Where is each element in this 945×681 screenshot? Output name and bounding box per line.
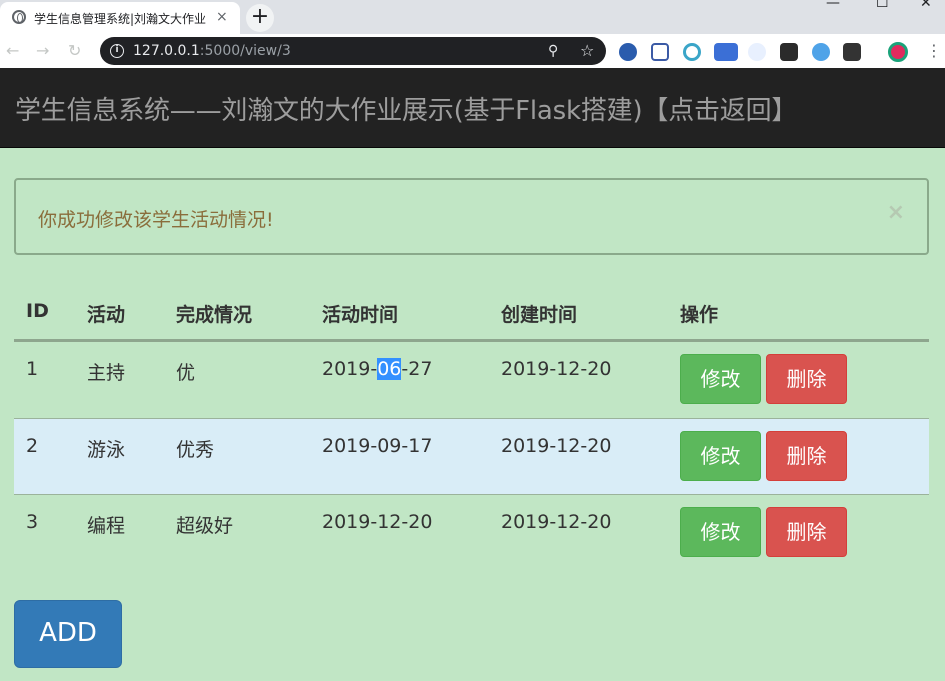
cell-created-time: 2019-12-20	[501, 358, 612, 380]
delete-button[interactable]: 删除	[766, 507, 847, 557]
table-header: ID 活动 完成情况 活动时间 创建时间 操作	[14, 285, 929, 342]
navbar: 学生信息系统——刘瀚文的大作业展示(基于Flask搭建)【点击返回】	[0, 68, 945, 148]
add-button[interactable]: ADD	[14, 600, 122, 668]
alert-message: 你成功修改该学生活动情况!	[38, 209, 274, 231]
minimize-icon[interactable]: —	[826, 0, 840, 10]
globe-icon	[12, 10, 26, 24]
extension-bird-icon[interactable]	[748, 43, 766, 61]
alert-close-icon[interactable]: ×	[887, 200, 905, 225]
selected-text: 06	[377, 358, 402, 380]
success-alert: 你成功修改该学生活动情况! ×	[14, 178, 929, 255]
cell-id: 3	[26, 511, 39, 533]
browser-tabstrip: 学生信息管理系统|刘瀚文大作业 × + — ☐ ✕	[0, 0, 945, 34]
cell-activity-time: 2019-06-27	[322, 358, 432, 380]
edit-button[interactable]: 修改	[680, 354, 761, 404]
url-text[interactable]: 127.0.0.1:5000/view/3	[133, 43, 291, 59]
forward-icon[interactable]: →	[36, 41, 49, 61]
edit-button[interactable]: 修改	[680, 431, 761, 481]
header-activity-time: 活动时间	[322, 304, 399, 326]
extension-puzzle-icon[interactable]	[843, 43, 861, 61]
new-tab-button[interactable]: +	[246, 4, 274, 32]
address-bar[interactable]: i 127.0.0.1:5000/view/3 ⚲ ☆	[100, 37, 606, 65]
navbar-brand-link[interactable]: 学生信息系统——刘瀚文的大作业展示(基于Flask搭建)【点击返回】	[15, 90, 797, 127]
cell-created-time: 2019-12-20	[501, 511, 612, 533]
zoom-icon[interactable]: ⚲	[548, 43, 558, 59]
tab-title: 学生信息管理系统|刘瀚文大作业	[34, 12, 207, 26]
cell-status: 优秀	[176, 439, 215, 461]
cell-id: 2	[26, 435, 39, 457]
extension-circle-icon[interactable]	[683, 43, 701, 61]
header-activity: 活动	[87, 304, 126, 326]
extension-window-icon[interactable]	[651, 43, 669, 61]
edit-button[interactable]: 修改	[680, 507, 761, 557]
cell-activity: 游泳	[87, 439, 126, 461]
cell-status: 优	[176, 362, 196, 384]
header-created-time: 创建时间	[501, 304, 578, 326]
cell-status: 超级好	[176, 515, 234, 537]
table-row: 3 编程 超级好 2019-12-20 2019-12-20 修改 删除	[14, 494, 929, 570]
table-row: 1 主持 优 2019-06-27 2019-12-20 修改 删除	[14, 342, 929, 418]
cell-activity-time: 2019-09-17	[322, 435, 433, 457]
extension-v-icon[interactable]	[619, 43, 637, 61]
table-row: 2 游泳 优秀 2019-09-17 2019-12-20 修改 删除	[14, 418, 929, 494]
profile-avatar[interactable]	[888, 42, 908, 62]
maximize-icon[interactable]: ☐	[876, 0, 889, 10]
tab-close-icon[interactable]: ×	[216, 8, 228, 26]
cell-activity: 编程	[87, 515, 126, 537]
header-id: ID	[26, 300, 49, 322]
header-status: 完成情况	[176, 304, 253, 326]
bookmark-star-icon[interactable]: ☆	[580, 41, 594, 60]
url-path: :5000/view/3	[199, 43, 291, 59]
header-actions: 操作	[680, 304, 719, 326]
date-part: 2019-	[322, 358, 378, 380]
extension-new-icon[interactable]	[714, 43, 738, 61]
extension-pdf-icon[interactable]	[780, 43, 798, 61]
reload-icon[interactable]: ↻	[68, 41, 81, 61]
date-part: -27	[401, 358, 433, 380]
menu-icon[interactable]: ⋮	[926, 42, 942, 60]
delete-button[interactable]: 删除	[766, 431, 847, 481]
cell-id: 1	[26, 358, 39, 380]
info-icon[interactable]: i	[110, 44, 124, 58]
extension-cloud-icon[interactable]	[812, 43, 830, 61]
close-window-icon[interactable]: ✕	[920, 0, 932, 10]
back-icon[interactable]: ←	[6, 41, 19, 61]
cell-activity: 主持	[87, 362, 126, 384]
browser-tab[interactable]: 学生信息管理系统|刘瀚文大作业 ×	[0, 2, 240, 34]
activity-table: ID 活动 完成情况 活动时间 创建时间 操作 1 主持 优 2019-06-2…	[14, 285, 929, 570]
delete-button[interactable]: 删除	[766, 354, 847, 404]
url-host: 127.0.0.1	[133, 43, 200, 59]
browser-toolbar: ← → ↻ i 127.0.0.1:5000/view/3 ⚲ ☆ ⋮	[0, 34, 945, 68]
cell-activity-time: 2019-12-20	[322, 511, 433, 533]
cell-created-time: 2019-12-20	[501, 435, 612, 457]
